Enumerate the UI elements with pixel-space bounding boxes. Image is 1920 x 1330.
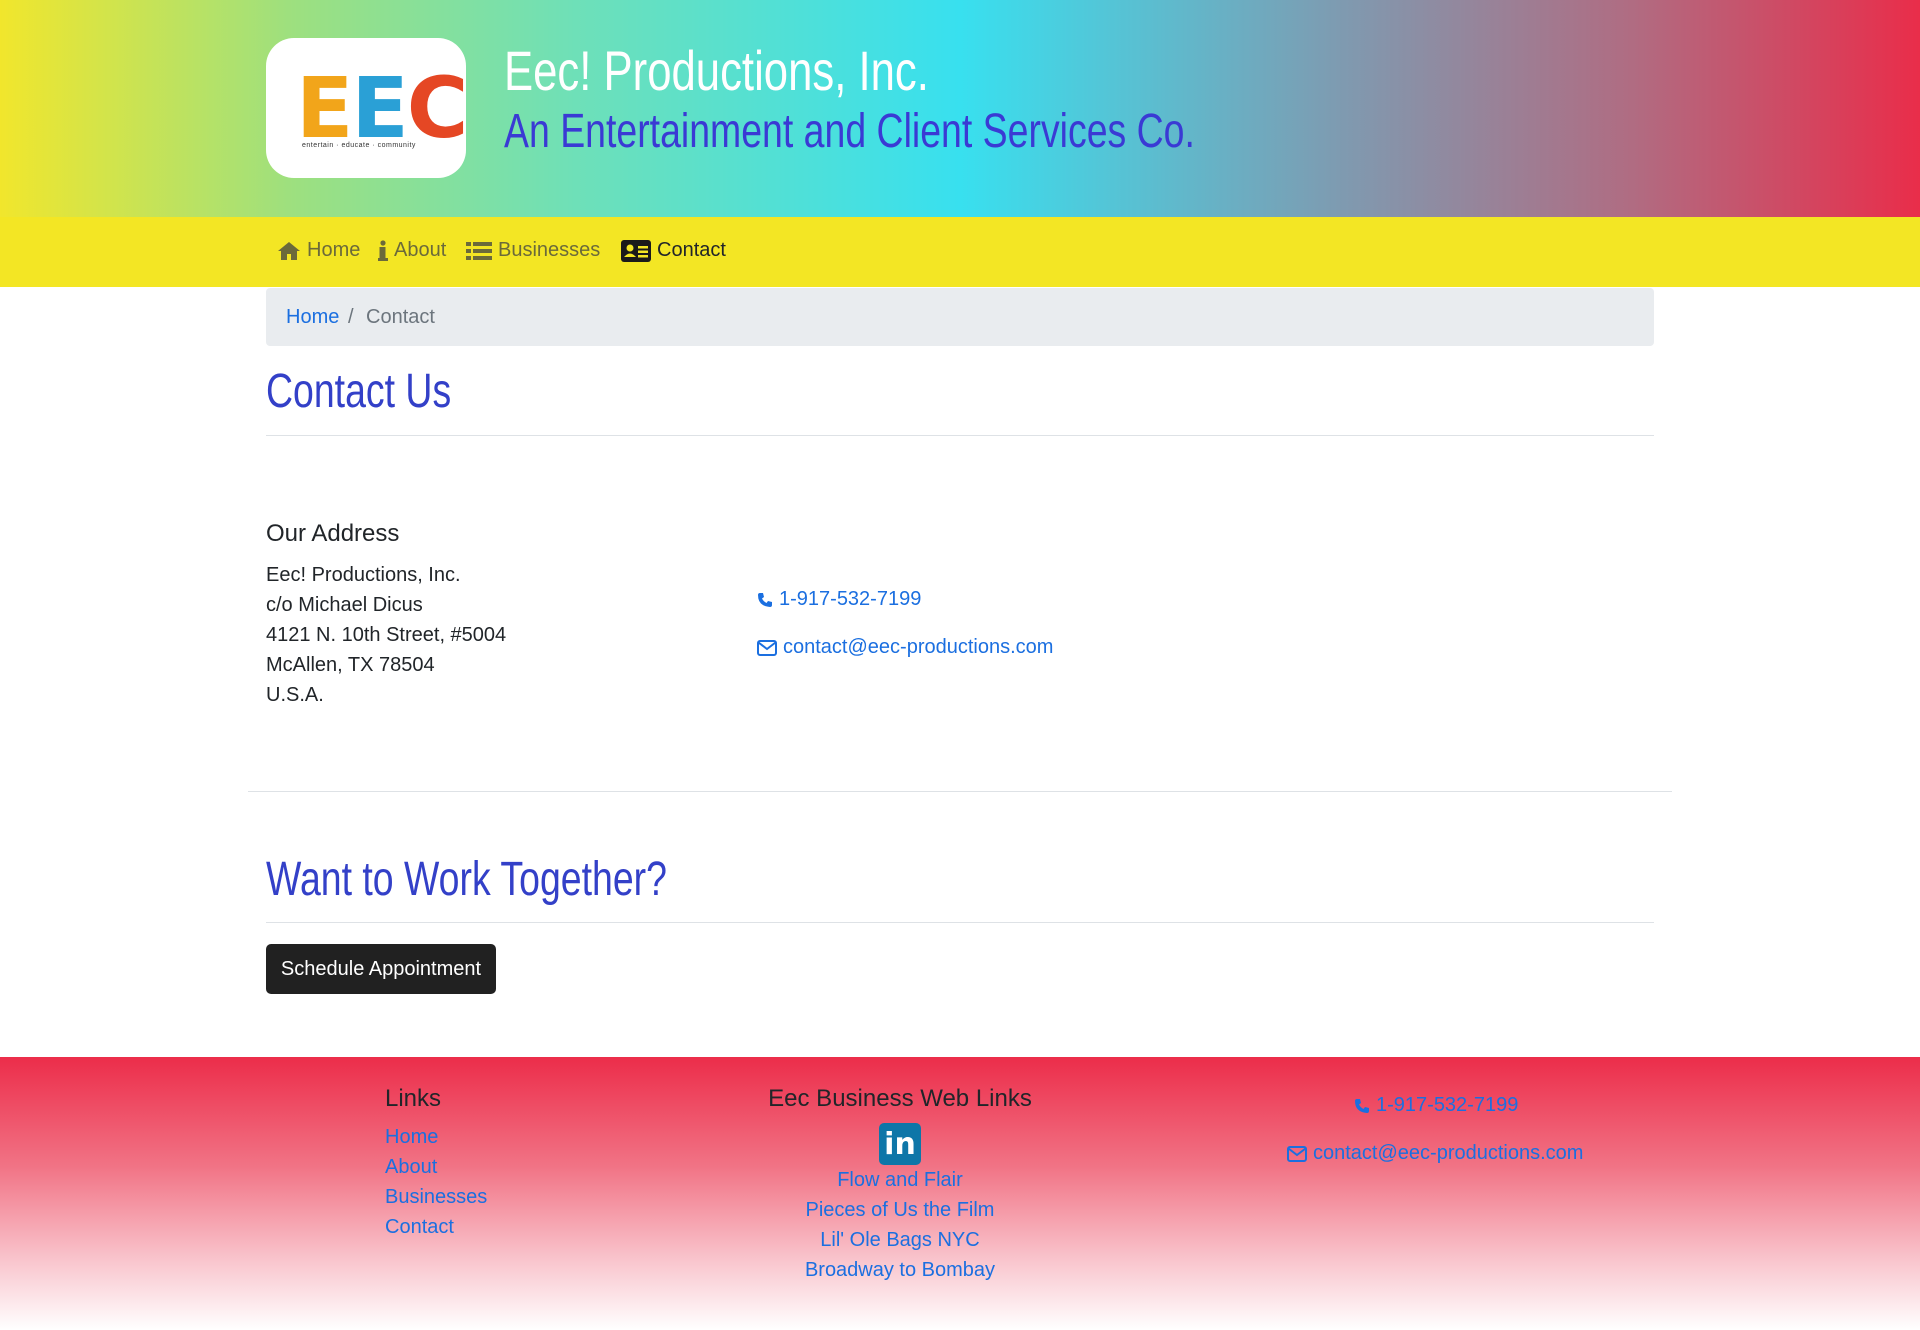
site-logo[interactable]: EEC! entertain · educate · community — [266, 38, 466, 178]
contact-divider — [266, 435, 1654, 436]
envelope-icon — [1287, 1145, 1307, 1162]
breadcrumb-home-link[interactable]: Home — [286, 306, 339, 329]
address-line: 4121 N. 10th Street, #5004 — [266, 624, 507, 646]
nav-label-home: Home — [307, 239, 361, 261]
business-link-flow-and-flair[interactable]: Flow and Flair — [700, 1165, 1100, 1195]
footer-link-about[interactable]: About — [385, 1152, 487, 1182]
contact-email-link[interactable]: contact@eec-productions.com — [757, 636, 1053, 659]
info-icon — [378, 239, 388, 261]
address-line: McAllen, TX 78504 — [266, 654, 435, 676]
site-title: Eec! Productions, Inc. — [504, 39, 929, 102]
footer-phone-link[interactable]: 1-917-532-7199 — [1354, 1094, 1518, 1117]
business-link-lil-ole-bags[interactable]: Lil' Ole Bags NYC — [700, 1225, 1100, 1255]
footer-link-contact[interactable]: Contact — [385, 1212, 487, 1242]
nav-item-contact[interactable]: Contact — [621, 239, 726, 262]
address-line: Eec! Productions, Inc. — [266, 564, 461, 586]
breadcrumb-current: Contact — [366, 306, 435, 328]
footer-email-link[interactable]: contact@eec-productions.com — [1287, 1142, 1583, 1165]
address-line: c/o Michael Dicus — [266, 594, 423, 616]
linkedin-icon[interactable]: in — [879, 1123, 921, 1165]
nav-item-home[interactable]: Home — [277, 239, 360, 262]
envelope-icon — [757, 639, 777, 656]
site-header: EEC! entertain · educate · community Eec… — [0, 0, 1920, 217]
breadcrumb: Home / Contact — [266, 288, 1654, 346]
main-nav: Home About Businesses Contact — [0, 217, 1920, 287]
address-heading: Our Address — [266, 520, 400, 547]
phone-icon — [758, 592, 772, 607]
nav-label-about: About — [394, 239, 447, 261]
id-card-icon — [621, 239, 651, 262]
work-divider — [266, 922, 1654, 923]
contact-phone-link[interactable]: 1-917-532-7199 — [757, 588, 921, 611]
site-subtitle: An Entertainment and Client Services Co. — [504, 105, 1195, 158]
footer-links-list: Home About Businesses Contact — [385, 1122, 487, 1242]
list-icon — [466, 241, 492, 260]
footer-link-home[interactable]: Home — [385, 1122, 487, 1152]
nav-item-businesses[interactable]: Businesses — [466, 239, 600, 262]
address-line: U.S.A. — [266, 684, 324, 706]
schedule-appointment-button[interactable]: Schedule Appointment — [266, 944, 496, 994]
nav-label-businesses: Businesses — [498, 239, 601, 261]
phone-icon — [1355, 1098, 1369, 1113]
business-link-broadway-to-bombay[interactable]: Broadway to Bombay — [700, 1255, 1100, 1285]
home-icon — [278, 241, 300, 260]
breadcrumb-separator: / — [348, 306, 354, 328]
nav-item-about[interactable]: About — [378, 239, 446, 262]
address-block: Eec! Productions, Inc. c/o Michael Dicus… — [266, 560, 506, 710]
nav-label-contact: Contact — [657, 239, 726, 261]
section-divider — [248, 791, 1672, 792]
contact-title: Contact Us — [266, 365, 452, 418]
work-title: Want to Work Together? — [266, 853, 667, 906]
business-link-pieces-of-us[interactable]: Pieces of Us the Film — [700, 1195, 1100, 1225]
footer-link-businesses[interactable]: Businesses — [385, 1182, 487, 1212]
logo-letters: EEC! — [296, 59, 466, 157]
footer-links-heading: Links — [385, 1085, 442, 1112]
logo-tagline: entertain · educate · community — [302, 142, 416, 149]
footer-business-heading: Eec Business Web Links — [768, 1085, 1032, 1112]
footer-business-links: Flow and Flair Pieces of Us the Film Lil… — [700, 1165, 1100, 1285]
